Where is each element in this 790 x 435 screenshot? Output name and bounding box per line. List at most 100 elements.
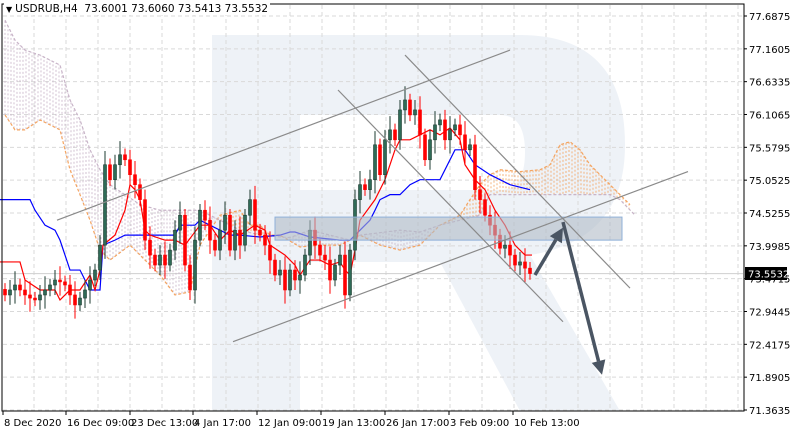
candle-body xyxy=(248,199,252,216)
candle-body xyxy=(113,164,117,180)
candle-body xyxy=(3,289,7,296)
candle-body xyxy=(303,254,307,276)
candle-bearish xyxy=(3,283,7,302)
candle-bearish xyxy=(138,178,142,206)
candle-bullish xyxy=(13,271,17,304)
candle-body xyxy=(133,174,137,185)
price-tick-label: 72.4175 xyxy=(749,340,790,351)
candle-body xyxy=(243,214,247,246)
price-axis[interactable]: 77.6875 77.1605 76.6335 76.1065 75.5795 75.05… xyxy=(744,12,790,417)
symbol-label: USDRUB,H4 xyxy=(15,3,78,15)
time-tick-label: 23 Dec 13:00 xyxy=(131,418,198,429)
candle-bullish xyxy=(93,263,97,287)
time-tick-label: 26 Jan 17:00 xyxy=(386,418,449,429)
candle-bearish xyxy=(458,114,462,145)
candle-body xyxy=(463,134,467,151)
candle-body xyxy=(253,199,257,231)
candle-body xyxy=(118,154,122,166)
candle-body xyxy=(483,199,487,216)
candle-body xyxy=(183,214,187,266)
candle-body xyxy=(388,129,392,141)
time-tick-label: 8 Dec 2020 xyxy=(4,418,62,429)
candle-bullish xyxy=(103,151,107,259)
candle-bearish xyxy=(208,206,212,254)
candle-body xyxy=(28,294,32,299)
candle-body xyxy=(8,289,12,296)
candle-bearish xyxy=(58,266,62,296)
candle-body xyxy=(188,264,192,291)
candle-body xyxy=(208,219,212,241)
candle-body xyxy=(163,254,167,266)
candle-body xyxy=(298,274,302,281)
time-tick-label: 4 Jan 17:00 xyxy=(194,418,251,429)
time-tick-label: 12 Jan 09:00 xyxy=(258,418,321,429)
candle-bullish xyxy=(348,243,352,302)
candle-body xyxy=(323,254,327,261)
candle-body xyxy=(518,261,522,266)
candle-bullish xyxy=(78,291,82,312)
price-tick-label: 71.8905 xyxy=(749,373,790,384)
time-axis[interactable]: 8 Dec 2020 16 Dec 09:0023 Dec 13:004 Jan … xyxy=(2,411,580,429)
candle-body xyxy=(198,209,202,241)
candle-body xyxy=(328,259,332,281)
candle-body xyxy=(153,254,157,266)
candle-body xyxy=(383,139,387,176)
candle-body xyxy=(33,297,37,301)
triangle-down-icon[interactable]: ▼ xyxy=(6,5,12,14)
support-resistance-zone[interactable] xyxy=(274,216,623,241)
candle-body xyxy=(468,144,472,151)
candle-body xyxy=(403,99,407,111)
candle-bearish xyxy=(228,208,232,257)
candle-body xyxy=(168,249,172,266)
candle-bearish xyxy=(183,208,187,272)
candle-bearish xyxy=(68,275,72,305)
candle-body xyxy=(433,124,437,141)
candle-body xyxy=(513,254,517,266)
time-tick-label: 19 Jan 13:00 xyxy=(322,418,385,429)
time-tick-label: 16 Dec 09:00 xyxy=(67,418,134,429)
price-tick-label: 77.1605 xyxy=(749,45,790,56)
candle-body xyxy=(93,269,97,281)
candle-body xyxy=(48,284,52,291)
candle-body xyxy=(478,189,482,200)
candle-body xyxy=(158,254,162,266)
candle-body xyxy=(233,229,237,251)
candle-bearish xyxy=(423,128,427,166)
candle-body xyxy=(178,214,182,231)
candle-bullish xyxy=(88,266,92,304)
candle-body xyxy=(438,119,442,126)
candle-bullish xyxy=(198,203,202,247)
candle-bullish xyxy=(113,154,117,190)
candle-bearish xyxy=(23,280,27,305)
candle-bullish xyxy=(43,276,47,309)
candle-bullish xyxy=(243,208,247,252)
candle-body xyxy=(63,281,67,286)
price-chart[interactable]: 77.6875 77.1605 76.6335 76.1065 75.5795 75.05… xyxy=(0,0,790,435)
candle-bullish xyxy=(48,278,52,297)
candle-body xyxy=(333,264,337,281)
candle-body xyxy=(128,159,132,176)
price-tick-label: 75.5795 xyxy=(749,143,790,154)
candle-body xyxy=(503,244,507,249)
candle-body xyxy=(413,109,417,116)
candle-body xyxy=(88,279,92,291)
candle-bearish xyxy=(473,134,477,200)
candle-bullish xyxy=(448,116,452,154)
candle-body xyxy=(263,234,267,246)
candle-body xyxy=(218,229,222,251)
candle-body xyxy=(273,259,277,276)
candle-body xyxy=(43,289,47,296)
candle-body xyxy=(78,297,82,306)
candle-body xyxy=(18,284,22,291)
candle-body xyxy=(363,184,367,190)
candle-bullish xyxy=(373,131,377,194)
candle-body xyxy=(358,184,362,200)
price-tick-label: 72.9445 xyxy=(749,308,790,319)
candle-body xyxy=(13,284,17,291)
candle-body xyxy=(98,244,102,271)
candle-body xyxy=(443,119,447,141)
candle-body xyxy=(23,289,27,296)
candle-body xyxy=(453,124,457,131)
candle-body xyxy=(378,144,382,176)
time-tick-label: 10 Feb 13:00 xyxy=(514,418,580,429)
